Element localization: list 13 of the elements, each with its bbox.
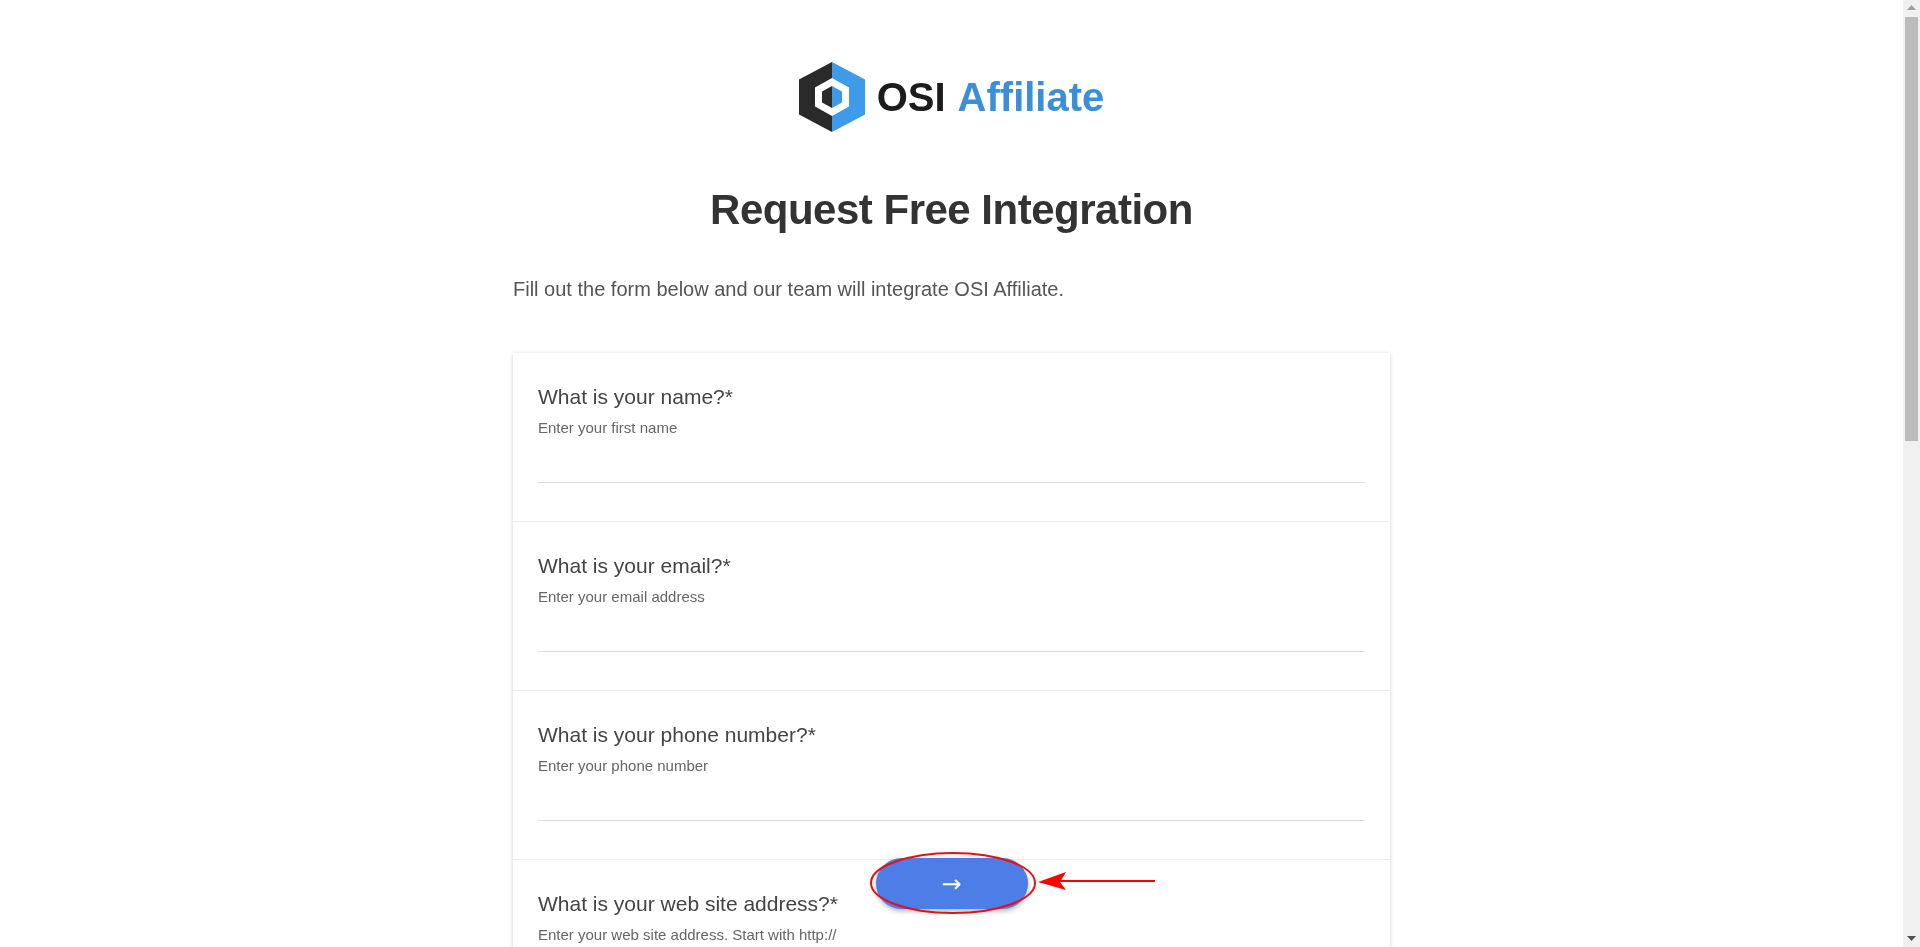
logo-product: Affiliate: [957, 74, 1105, 120]
next-button[interactable]: →: [875, 858, 1028, 909]
scroll-down-icon[interactable]: [1907, 936, 1916, 942]
intro-text: Fill out the form below and our team will integrate OSI Affiliate.: [513, 278, 1065, 301]
logo-brand: OSI: [876, 74, 946, 120]
question-label: What is your web site address?*: [538, 892, 838, 916]
question-label: What is your name?*: [538, 385, 733, 409]
logo-icon: [798, 62, 865, 132]
scrollbar[interactable]: [1903, 0, 1920, 947]
question-label: What is your phone number?*: [538, 723, 816, 747]
scroll-up-icon[interactable]: [1907, 5, 1916, 11]
question-label: What is your email?*: [538, 554, 731, 578]
page-title: Request Free Integration: [710, 186, 1193, 234]
